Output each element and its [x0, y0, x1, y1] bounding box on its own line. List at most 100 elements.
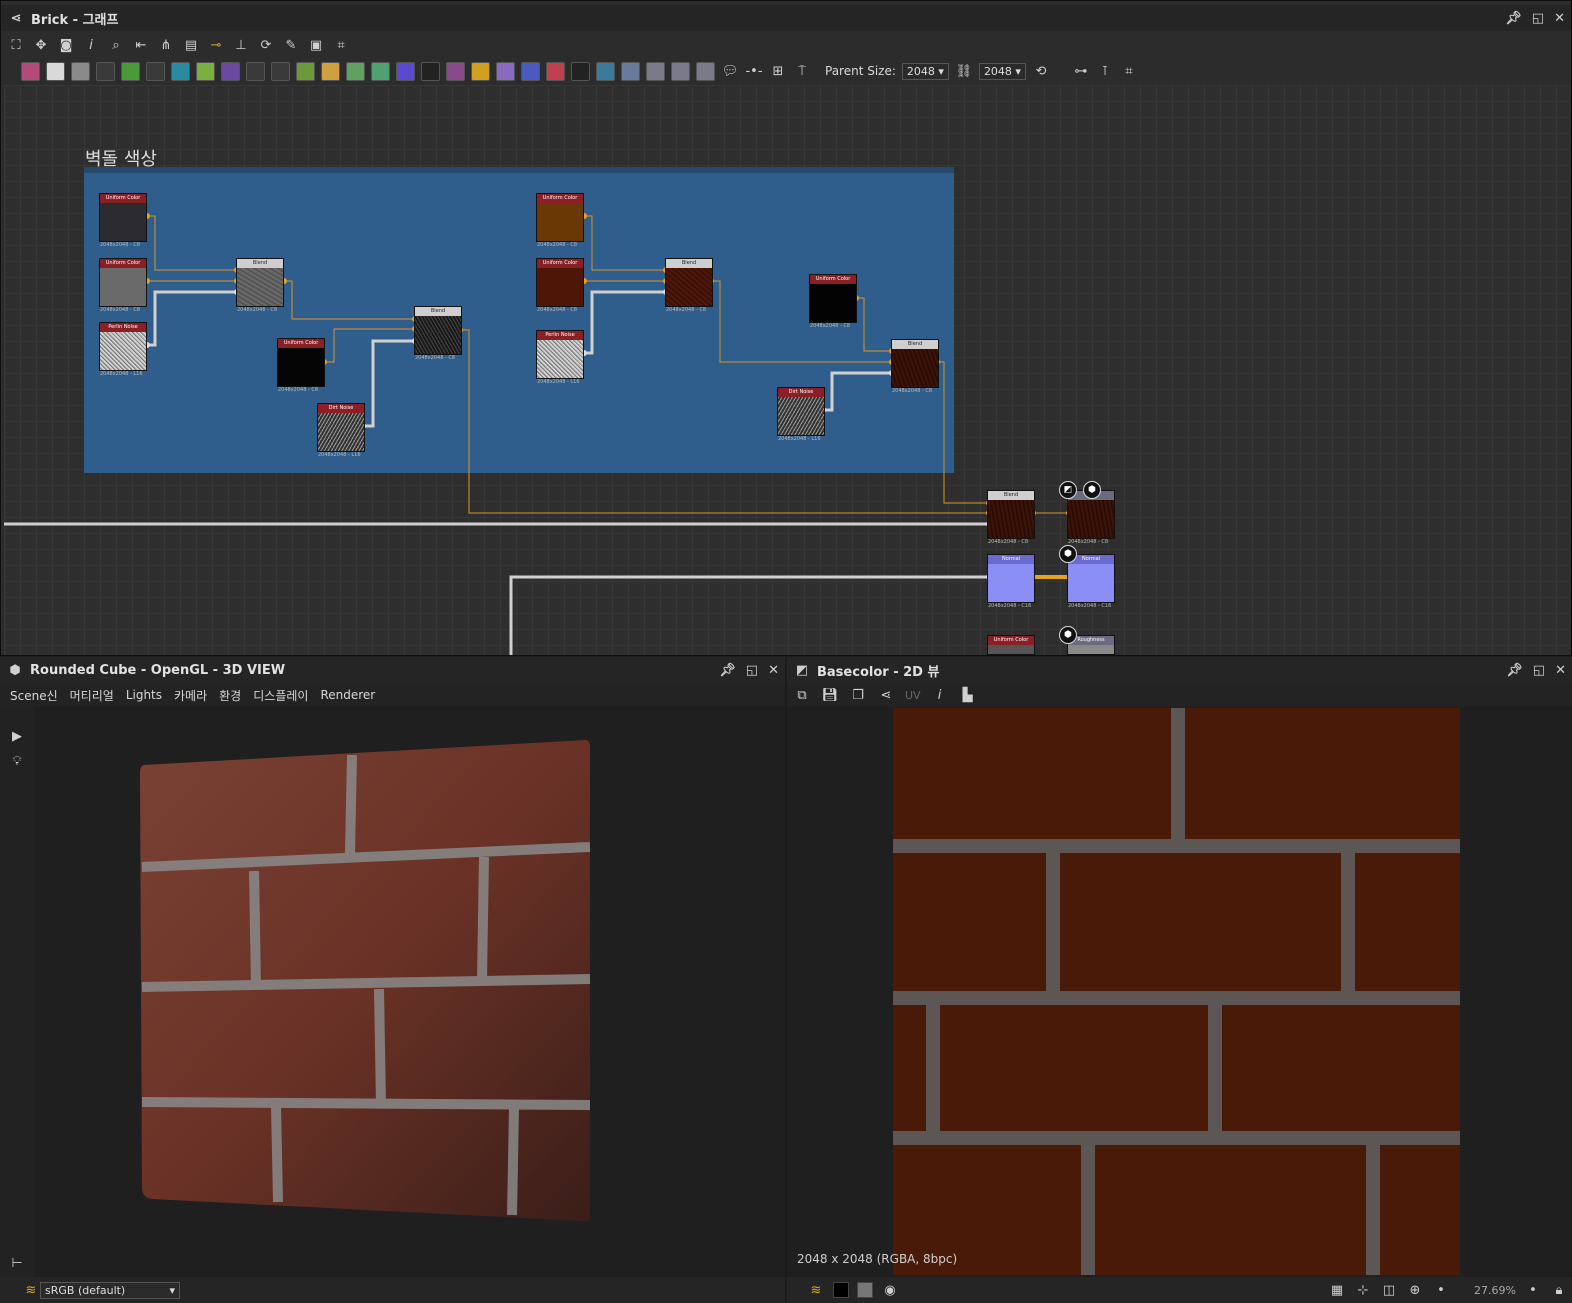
close-icon[interactable]: ✕ — [1554, 11, 1565, 26]
colorspace-dropdown[interactable]: sRGB (default) ▾ — [40, 1281, 180, 1299]
graph-node[interactable]: Uniform Color 2048x2048 - C8 — [809, 274, 857, 329]
menu-display[interactable]: 디스플레이 — [253, 687, 308, 704]
align-icon[interactable]: ⇤ — [132, 36, 150, 54]
parent-size-width-dropdown[interactable]: 2048 ▾ — [901, 62, 949, 80]
zoom-minus-icon[interactable]: • — [1432, 1281, 1450, 1299]
search-icon[interactable]: ⌕ — [107, 36, 125, 54]
share-icon[interactable]: ⋖ — [877, 686, 895, 704]
menu-renderer[interactable]: Renderer — [320, 688, 375, 702]
close-icon[interactable]: ✕ — [768, 663, 779, 678]
crop-icon[interactable]: ⌗ — [332, 36, 350, 54]
fx-map-node-icon[interactable] — [596, 61, 615, 81]
output-cube-icon[interactable]: ⬢ — [1059, 545, 1077, 563]
camera-icon[interactable]: ◙ — [57, 36, 75, 54]
grid-icon[interactable]: ▦ — [1328, 1281, 1346, 1299]
output-cube-icon[interactable]: ⬢ — [1083, 481, 1101, 499]
link-orange-icon[interactable]: ⊸ — [207, 36, 225, 54]
rainbow-node-icon[interactable] — [396, 61, 415, 81]
gradient-node-icon[interactable] — [196, 61, 215, 81]
menu-environment[interactable]: 환경 — [219, 687, 241, 704]
move-icon[interactable]: ✥ — [32, 36, 50, 54]
svg-node-icon[interactable] — [46, 61, 65, 81]
value-node-icon[interactable] — [571, 61, 590, 81]
maximize-icon[interactable]: ◱ — [746, 663, 758, 678]
menu-material[interactable]: 머티리얼 — [70, 687, 114, 704]
center-icon[interactable]: ⊕ — [1406, 1281, 1424, 1299]
graph-node[interactable]: Blend 2048x2048 - C8 — [987, 490, 1035, 545]
mountain-node-icon[interactable] — [371, 61, 390, 81]
align-vertical-icon[interactable]: ⊺ — [1096, 62, 1114, 80]
frame-all-icon[interactable]: ⛶ — [7, 36, 25, 54]
pixel-processor-node-icon[interactable] — [621, 61, 640, 81]
triangle-node-icon[interactable] — [471, 61, 490, 81]
save-icon[interactable]: 💾︎ — [821, 686, 839, 704]
comment-icon[interactable]: 💬︎ — [721, 62, 739, 80]
snap-icon[interactable]: ⌗ — [1120, 62, 1138, 80]
copy-icon[interactable]: ❐ — [849, 686, 867, 704]
zoom-value[interactable]: 27.69% — [1458, 1284, 1516, 1297]
link-icon[interactable]: ⛓ — [955, 62, 973, 80]
layers-icon[interactable]: ≋ — [22, 1281, 40, 1299]
output-cube-icon[interactable]: ⬢ — [1059, 626, 1077, 644]
fit-icon[interactable]: ◫ — [1380, 1281, 1398, 1299]
layers-icon[interactable]: ≋ — [807, 1281, 825, 1299]
view3d-viewport[interactable] — [34, 707, 785, 1277]
graph-node[interactable]: Blend 2048x2048 - C8 — [665, 258, 713, 313]
scene-tree-icon[interactable]: ⊢ — [8, 1254, 26, 1272]
color-node-icon[interactable] — [71, 61, 90, 81]
light-bulb-icon[interactable]: 💡︎ — [8, 752, 26, 770]
pin-icon[interactable]: 📌︎ — [1505, 11, 1522, 26]
graph-node[interactable]: Normal 2048x2048 - C16 — [987, 554, 1035, 609]
sphere-node-icon[interactable] — [346, 61, 365, 81]
zoom-plus-icon[interactable]: • — [1524, 1281, 1542, 1299]
refresh-icon[interactable]: ⟳ — [257, 36, 275, 54]
droplet-node-icon[interactable] — [146, 61, 165, 81]
noise-node-icon[interactable] — [421, 61, 440, 81]
frame-node-icon[interactable] — [696, 61, 715, 81]
graph-node[interactable]: Uniform Color 2048x2048 - C8 — [99, 258, 147, 313]
info-icon[interactable]: i — [931, 686, 949, 704]
graph-node[interactable]: Blend 2048x2048 - C8 — [414, 306, 462, 361]
pin-node-icon[interactable]: ⊞ — [769, 62, 787, 80]
video-camera-icon[interactable]: ▶︎ — [8, 727, 26, 745]
output-badge-icon[interactable]: ◩ — [1059, 481, 1077, 499]
dot-node-icon[interactable]: -•- — [745, 62, 763, 80]
fx-node-icon[interactable] — [271, 61, 290, 81]
text-node-icon[interactable] — [496, 61, 515, 81]
curve-node-icon[interactable] — [121, 61, 140, 81]
fill-node-icon[interactable] — [546, 61, 565, 81]
graph-node[interactable]: Blend 2048x2048 - C8 — [891, 339, 939, 394]
hierarchy-icon[interactable]: ⋔ — [157, 36, 175, 54]
reset-icon[interactable]: ⟲ — [1032, 62, 1050, 80]
anchor-icon[interactable]: ⍑ — [793, 62, 811, 80]
graph-node[interactable]: Uniform Color 2048x2048 - C8 — [99, 193, 147, 248]
input-node-icon[interactable] — [671, 61, 690, 81]
histogram-icon[interactable]: ▙ — [959, 686, 977, 704]
select-node-icon[interactable] — [521, 61, 540, 81]
circle-node-icon[interactable] — [221, 61, 240, 81]
graph-node[interactable]: Perlin Noise 2048x2048 - L16 — [99, 322, 147, 377]
maximize-icon[interactable]: ◱ — [1532, 11, 1544, 26]
pin-icon[interactable]: 📌︎ — [719, 663, 736, 678]
black-bg-swatch[interactable] — [833, 1282, 849, 1298]
menu-lights[interactable]: Lights — [126, 688, 162, 702]
tile-icon[interactable]: ⊹ — [1354, 1281, 1372, 1299]
pin-icon[interactable]: 📌︎ — [1506, 663, 1523, 678]
shuffle-node-icon[interactable] — [96, 61, 115, 81]
warp-node-icon[interactable] — [446, 61, 465, 81]
view-icon[interactable]: ⧉ — [793, 686, 811, 704]
checker-bg-swatch[interactable] — [857, 1282, 873, 1298]
export-icon[interactable]: ▣ — [307, 36, 325, 54]
menu-camera[interactable]: 카메라 — [174, 687, 207, 704]
graph-node[interactable]: Uniform Color 2048x2048 - C8 — [536, 193, 584, 248]
lock-icon[interactable]: 🔒︎ — [1550, 1281, 1568, 1299]
menu-scene[interactable]: Scene신 — [10, 687, 58, 704]
parent-size-height-dropdown[interactable]: 2048 ▾ — [978, 62, 1026, 80]
view2d-viewport[interactable]: 2048 x 2048 (RGBA, 8bpc) — [787, 707, 1572, 1277]
graph-node[interactable]: Perlin Noise 2048x2048 - L16 — [536, 330, 584, 385]
info-icon[interactable]: i — [82, 36, 100, 54]
graph-node[interactable]: Normal 2048x2048 - C16 — [1067, 554, 1115, 609]
graph-node[interactable]: Uniform Color 2048x2048 - C8 — [536, 258, 584, 313]
graph-node[interactable]: Blend 2048x2048 - C8 — [236, 258, 284, 313]
slider-node-icon[interactable] — [321, 61, 340, 81]
